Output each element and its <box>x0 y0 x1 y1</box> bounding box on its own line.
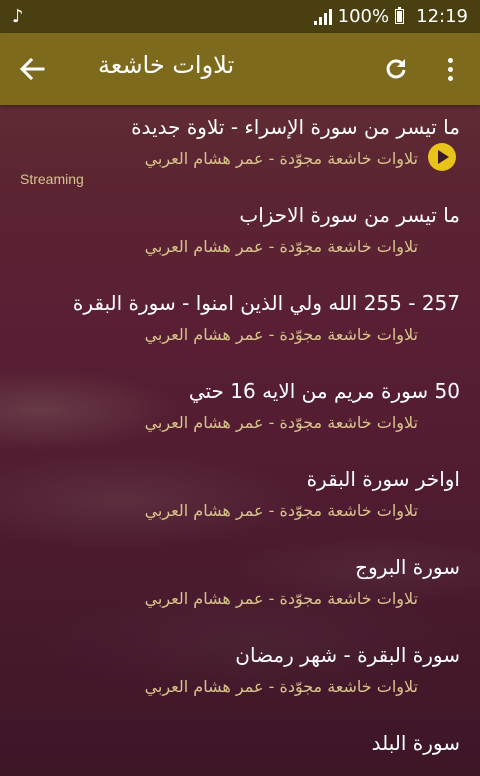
track-item[interactable]: ما تيسر من سورة الاحزاب تلاوات خاشعة مجو… <box>0 193 480 281</box>
refresh-icon <box>386 59 406 79</box>
more-vert-icon <box>447 57 453 63</box>
streaming-label: Streaming <box>20 171 84 187</box>
track-item[interactable]: سورة البلد <box>0 721 480 776</box>
app-bar: تلاوات خاشعة <box>0 33 480 105</box>
track-subtitle: تلاوات خاشعة مجوّدة - عمر هشام العربي <box>144 501 418 520</box>
status-bar: ♪ 100% 12:19 <box>0 0 480 33</box>
signal-icon <box>313 8 332 25</box>
track-subtitle: تلاوات خاشعة مجوّدة - عمر هشام العربي <box>144 677 418 696</box>
track-title: 257 - 255 الله ولي الذين امنوا - سورة ال… <box>72 291 460 315</box>
track-subtitle: تلاوات خاشعة مجوّدة - عمر هشام العربي <box>144 589 418 608</box>
track-title: 50 سورة مريم من الايه 16 حتي <box>188 379 460 403</box>
more-options-button[interactable] <box>436 53 464 85</box>
track-item[interactable]: سورة البروج تلاوات خاشعة مجوّدة - عمر هش… <box>0 545 480 633</box>
battery-icon <box>395 7 405 24</box>
battery-percent: 100% <box>337 6 390 27</box>
track-title: ما تيسر من سورة الإسراء - تلاوة جديدة <box>131 115 460 139</box>
track-list: ما تيسر من سورة الإسراء - تلاوة جديدة تل… <box>0 105 480 776</box>
track-item[interactable]: 257 - 255 الله ولي الذين امنوا - سورة ال… <box>0 281 480 369</box>
track-subtitle: تلاوات خاشعة مجوّدة - عمر هشام العربي <box>144 237 418 256</box>
track-subtitle: تلاوات خاشعة مجوّدة - عمر هشام العربي <box>144 325 418 344</box>
page-title: تلاوات خاشعة <box>98 51 235 79</box>
track-item[interactable]: سورة البقرة - شهر رمضان تلاوات خاشعة مجو… <box>0 633 480 721</box>
track-title: سورة البقرة - شهر رمضان <box>235 643 460 667</box>
track-title: سورة البروج <box>355 555 460 579</box>
play-circle-icon[interactable] <box>428 143 456 171</box>
back-button[interactable] <box>14 53 50 85</box>
track-title: سورة البلد <box>371 731 460 755</box>
track-title: ما تيسر من سورة الاحزاب <box>239 203 460 227</box>
back-arrow-icon <box>19 58 45 80</box>
track-item[interactable]: 50 سورة مريم من الايه 16 حتي تلاوات خاشع… <box>0 369 480 457</box>
track-subtitle: تلاوات خاشعة مجوّدة - عمر هشام العربي <box>144 413 418 432</box>
track-item[interactable]: ما تيسر من سورة الإسراء - تلاوة جديدة تل… <box>0 105 480 193</box>
music-note-icon: ♪ <box>12 6 24 27</box>
refresh-button[interactable] <box>380 53 412 85</box>
track-item[interactable]: اواخر سورة البقرة تلاوات خاشعة مجوّدة - … <box>0 457 480 545</box>
track-subtitle: تلاوات خاشعة مجوّدة - عمر هشام العربي <box>144 149 418 168</box>
track-title: اواخر سورة البقرة <box>306 467 460 491</box>
clock: 12:19 <box>416 6 468 27</box>
